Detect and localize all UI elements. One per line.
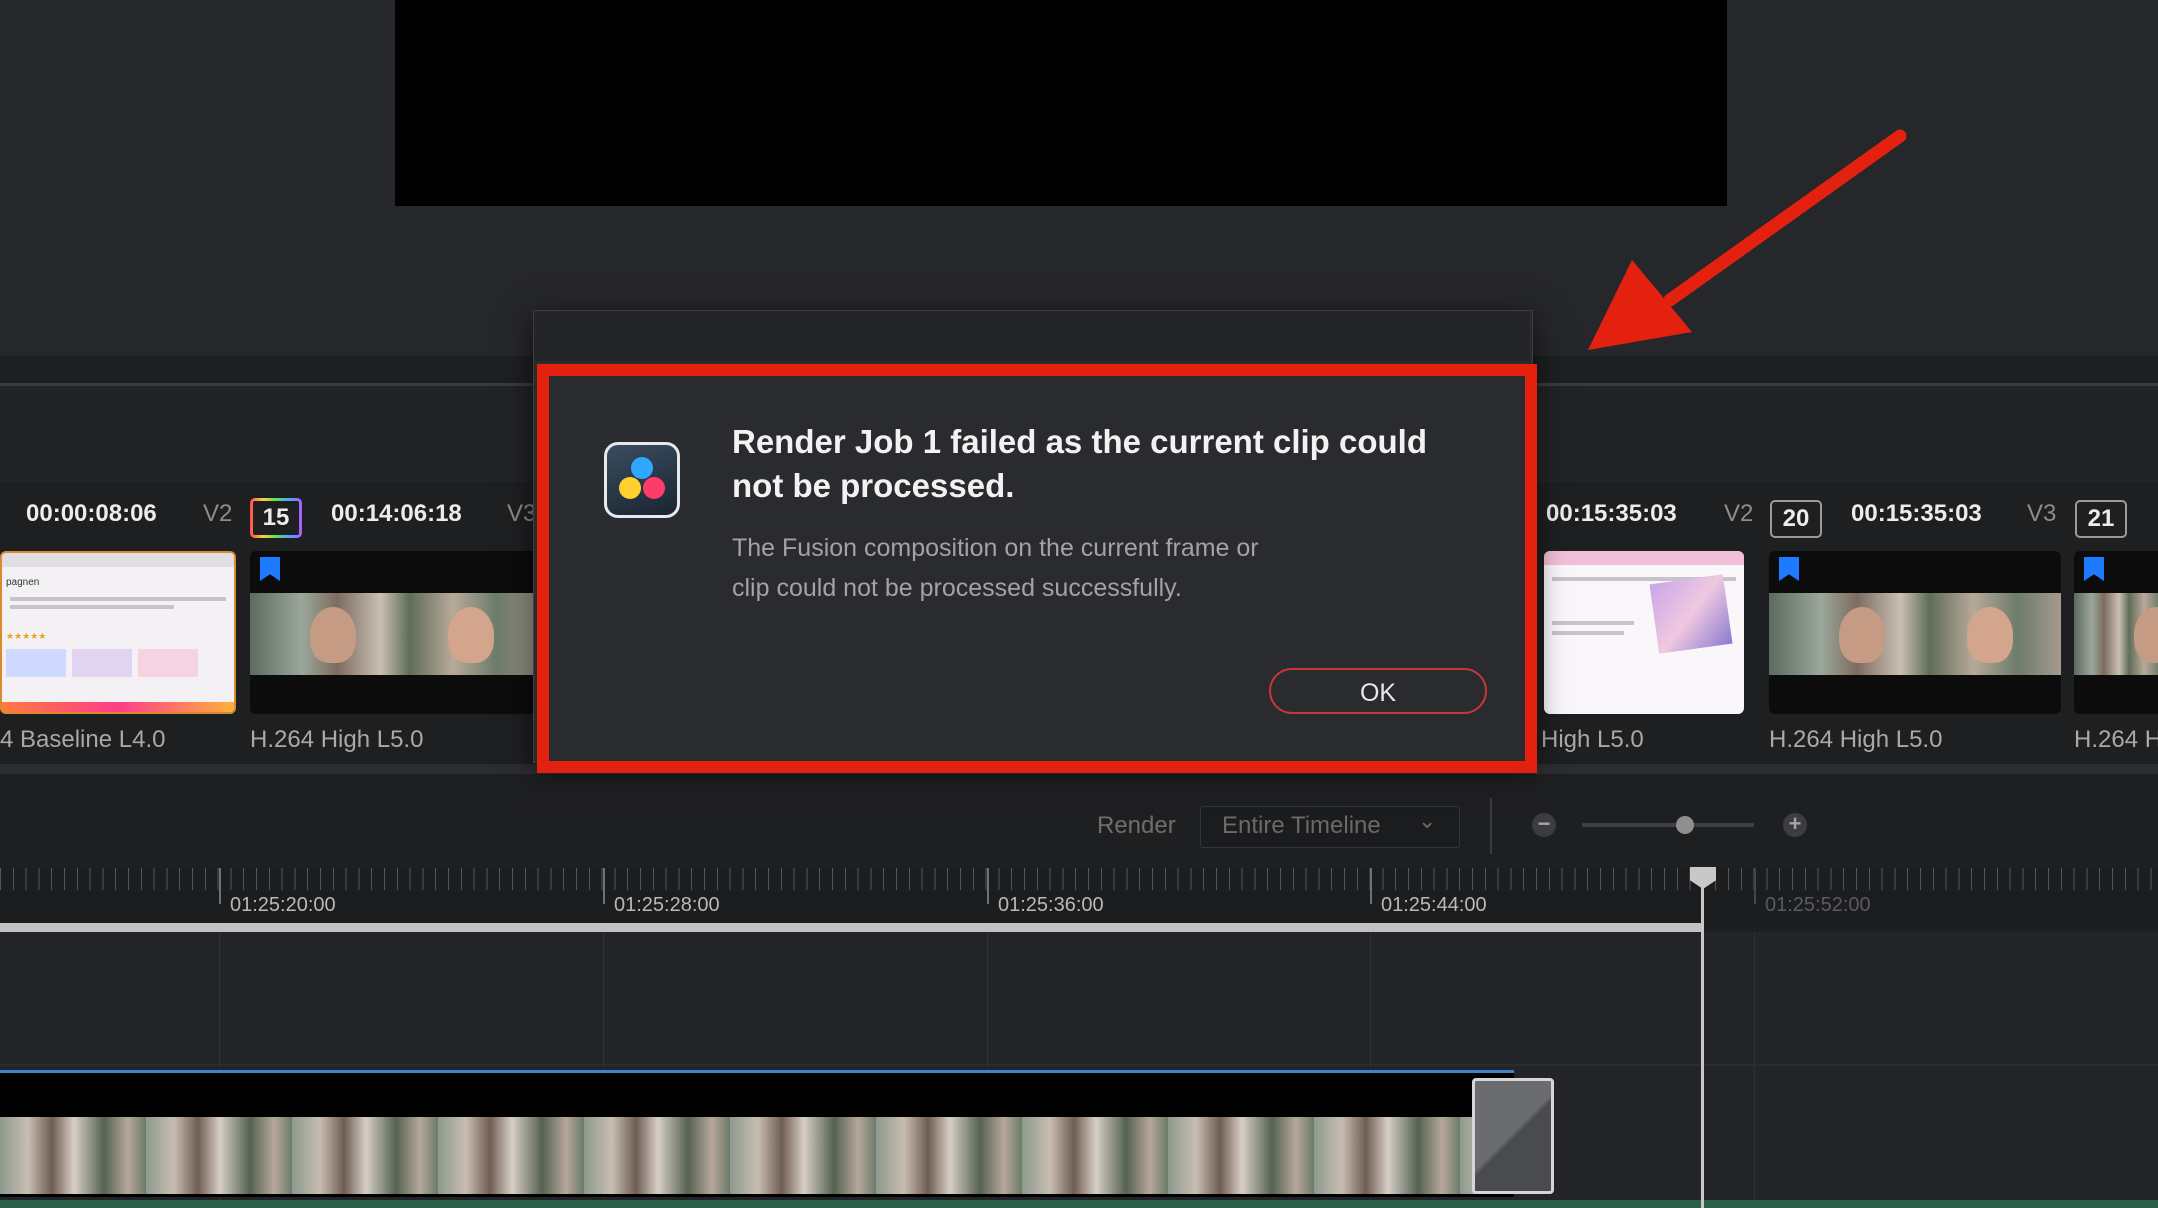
clip-thumbnail[interactable] bbox=[1544, 551, 1744, 714]
render-in-out-range bbox=[0, 923, 1704, 932]
clip-codec: H.264 High L5.0 bbox=[250, 726, 424, 753]
ruler-major-tick bbox=[219, 868, 221, 904]
render-range-value: Entire Timeline bbox=[1222, 812, 1381, 839]
ruler-major-tick bbox=[1370, 868, 1372, 904]
clip-codec: H.264 H bbox=[2074, 726, 2158, 753]
clip-thumbnail[interactable]: pagnen ★★★★★ bbox=[0, 551, 236, 714]
track-separator bbox=[0, 1064, 2158, 1066]
webpage-preview: pagnen ★★★★★ bbox=[2, 553, 234, 712]
web-rating: ★★★★★ bbox=[6, 631, 47, 641]
render-toolbar bbox=[0, 776, 2158, 868]
ruler-ticks bbox=[0, 868, 2158, 890]
ruler-major-tick bbox=[987, 868, 989, 904]
zoom-out-icon[interactable]: − bbox=[1532, 813, 1556, 837]
ruler-major-tick bbox=[1754, 868, 1756, 904]
toolbar-divider bbox=[1490, 798, 1492, 854]
clip-track: V3 bbox=[507, 500, 537, 527]
clip-index-badge: 15 bbox=[250, 498, 302, 538]
zoom-in-icon[interactable]: + bbox=[1783, 813, 1807, 837]
clip-codec: H.264 High L5.0 bbox=[1769, 726, 1943, 753]
zoom-slider-handle[interactable] bbox=[1676, 816, 1694, 834]
clip-track: V2 bbox=[1724, 500, 1754, 527]
clip-end-frame[interactable] bbox=[1472, 1078, 1554, 1194]
viewer-canvas bbox=[395, 0, 1727, 206]
clip-track: V2 bbox=[203, 500, 233, 527]
ruler-major-tick bbox=[603, 868, 605, 904]
clip-index-badge: 21 bbox=[2075, 500, 2127, 538]
zoom-slider[interactable] bbox=[1582, 823, 1754, 827]
ruler-timecode: 01:25:36:00 bbox=[998, 894, 1104, 916]
grid-line bbox=[1754, 932, 1755, 1208]
clip-timecode: 00:15:35:03 bbox=[1546, 500, 1677, 527]
clip-codec: 4 Baseline L4.0 bbox=[0, 726, 166, 753]
ruler-timecode: 01:25:20:00 bbox=[230, 894, 336, 916]
playhead[interactable] bbox=[1701, 870, 1704, 1208]
clip-thumbnail[interactable] bbox=[1769, 551, 2061, 714]
clip-index-badge: 20 bbox=[1770, 500, 1822, 538]
clip-timecode: 00:14:06:18 bbox=[331, 500, 462, 527]
render-label: Render bbox=[1097, 812, 1176, 839]
clip-timecode: 00:00:08:06 bbox=[26, 500, 157, 527]
chevron-down-icon: ⌄ bbox=[1418, 808, 1437, 833]
timeline-clip-filmstrip bbox=[0, 1117, 1475, 1194]
ruler-timecode: 01:25:52:00 bbox=[1765, 894, 1871, 916]
clip-timecode: 00:15:35:03 bbox=[1851, 500, 1982, 527]
clip-track: V3 bbox=[2027, 500, 2057, 527]
webpage-preview bbox=[1544, 551, 1744, 714]
ruler-timecode: 01:25:44:00 bbox=[1381, 894, 1487, 916]
ruler-timecode: 01:25:28:00 bbox=[614, 894, 720, 916]
clip-codec: High L5.0 bbox=[1541, 726, 1644, 753]
arrow-annotation bbox=[1588, 129, 1907, 350]
web-heading: pagnen bbox=[6, 577, 40, 588]
highlight-box bbox=[537, 364, 1537, 773]
dialog-title-bar[interactable] bbox=[534, 311, 1530, 361]
audio-track-edge bbox=[0, 1200, 2158, 1208]
clip-thumbnail[interactable] bbox=[250, 551, 540, 714]
